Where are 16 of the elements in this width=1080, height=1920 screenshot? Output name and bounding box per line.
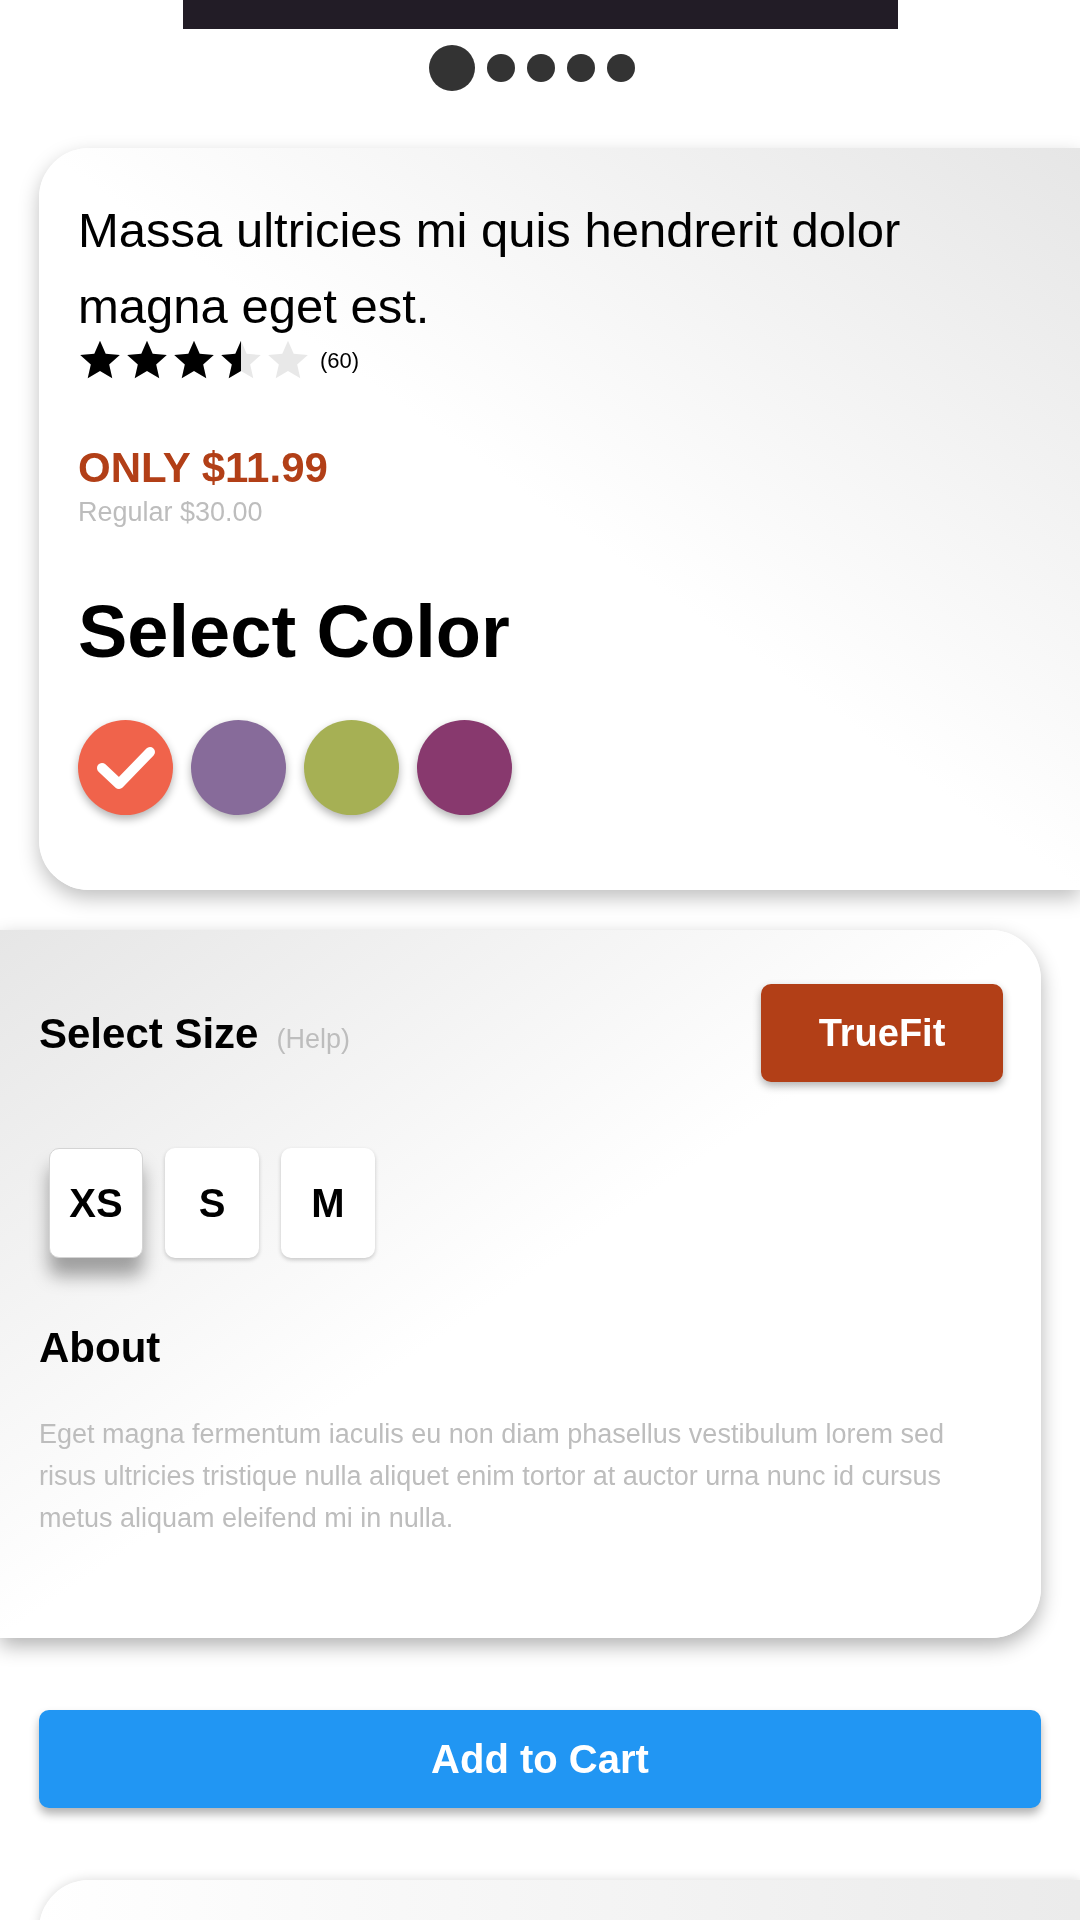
size-option[interactable]: M [281,1148,375,1258]
regular-price: Regular $30.00 [78,496,264,529]
about-text: Eget magna fermentum iaculis eu non diam phasellus vestibulum lorem sed risus ultricies tristique nulla aliquet enim tortor at auctor urna nunc id cursus metus aliquam eleifend mi in nulla. [39,1418,945,1535]
section-heading: Select Color [78,589,511,675]
size-option[interactable]: XS [49,1148,143,1258]
truefit-button[interactable]: TrueFit [761,984,1003,1082]
sale-price: ONLY $11.99 [78,443,329,493]
section-heading: Select Size [39,1008,259,1059]
color-swatch[interactable] [304,720,399,815]
color-swatch[interactable] [78,720,173,815]
review-count: (60) [320,346,360,375]
color-swatch[interactable] [417,720,512,815]
product-title: Massa ultricies mi quis hendrerit dolor magna eget est. [78,202,902,335]
color-swatch[interactable] [191,720,286,815]
size-option[interactable]: S [165,1148,259,1258]
section-heading: About [39,1323,162,1373]
